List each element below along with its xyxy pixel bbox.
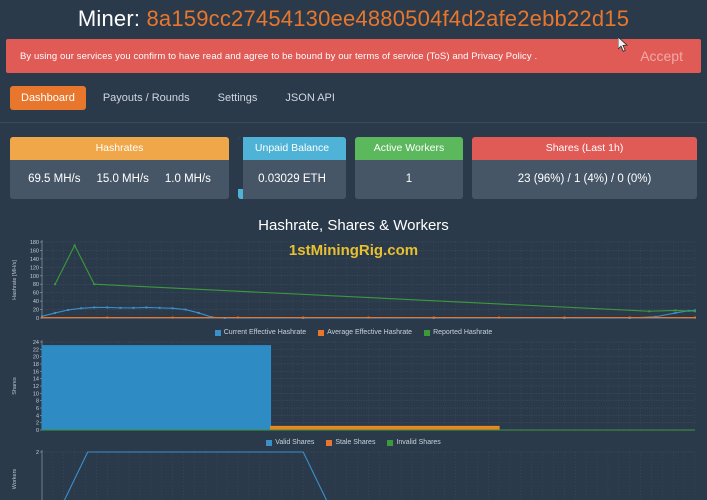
legend-item-stale-shares: Stale Shares (326, 439, 375, 446)
svg-text:160: 160 (30, 248, 39, 254)
svg-text:16: 16 (33, 369, 39, 375)
svg-text:Shares: Shares (12, 377, 18, 395)
legend-swatch-orange (326, 439, 333, 446)
legend-item-invalid-shares: Invalid Shares (387, 439, 441, 446)
svg-text:4: 4 (36, 413, 39, 419)
tab-payouts-rounds[interactable]: Payouts / Rounds (92, 86, 201, 110)
legend-item-current-effective-hashrate: Current Effective Hashrate (214, 329, 307, 336)
panel-active-workers-value: 1 (355, 160, 463, 199)
svg-text:22: 22 (33, 347, 39, 353)
hashrate-value-average: 15.0 MH/s (96, 173, 149, 185)
svg-text:14: 14 (33, 377, 39, 383)
tos-banner: By using our services you confirm to hav… (6, 39, 701, 73)
legend-swatch-green (424, 329, 431, 336)
svg-text:180: 180 (30, 240, 39, 246)
hashrate-value-current: 69.5 MH/s (28, 173, 81, 185)
panel-hashrates-body: 69.5 MH/s 15.0 MH/s 1.0 MH/s (10, 160, 229, 199)
accept-button[interactable]: Accept (630, 48, 701, 64)
svg-text:120: 120 (30, 265, 39, 271)
svg-text:20: 20 (33, 308, 39, 314)
legend-label-current-effective-hashrate: Current Effective Hashrate (223, 329, 307, 336)
svg-text:8: 8 (36, 399, 39, 405)
hashrate-chart: 1stMiningRig.com 0 20 40 60 80 100 120 140 160 18… (8, 236, 699, 326)
panel-hashrates: Hashrates 69.5 MH/s 15.0 MH/s 1.0 MH/s (10, 137, 229, 199)
svg-text:60: 60 (33, 291, 39, 297)
legend-item-reported-hashrate: Reported Hashrate (424, 329, 492, 336)
tab-json-api[interactable]: JSON API (274, 86, 346, 110)
legend-label-reported-hashrate: Reported Hashrate (433, 329, 493, 336)
charts-container: 1stMiningRig.com 0 20 40 60 80 100 120 140 160 18… (0, 236, 707, 500)
panel-hashrates-title: Hashrates (10, 137, 229, 160)
hashrate-value-reported: 1.0 MH/s (164, 173, 211, 185)
shares-chart: 0 2 4 6 8 10 12 14 16 18 20 22 24 Shares (8, 338, 699, 436)
shares-chart-legend: Valid Shares Stale Shares Invalid Shares (8, 436, 699, 448)
panel-unpaid-balance: Unpaid Balance 0.03029 ETH (238, 137, 346, 199)
svg-text:6: 6 (36, 406, 39, 412)
svg-text:10: 10 (33, 391, 39, 397)
legend-swatch-orange (318, 329, 325, 336)
legend-label-stale-shares: Stale Shares (335, 439, 376, 446)
legend-swatch-blue (266, 439, 273, 446)
svg-text:24: 24 (33, 340, 39, 346)
legend-label-invalid-shares: Invalid Shares (396, 439, 441, 446)
legend-label-average-effective-hashrate: Average Effective Hashrate (327, 329, 413, 336)
miner-address: 8a159cc27454130ee4880504f4d2afe2ebb22d15 (146, 6, 630, 31)
tos-banner-text: By using our services you confirm to hav… (20, 50, 538, 62)
nav-tabs: Dashboard Payouts / Rounds Settings JSON… (0, 73, 707, 123)
svg-text:12: 12 (33, 384, 39, 390)
panel-active-workers: Active Workers 1 (355, 137, 463, 199)
panel-active-workers-title: Active Workers (355, 137, 463, 160)
svg-text:Hashrate [MH/s]: Hashrate [MH/s] (12, 260, 18, 300)
workers-chart: 2 Workers (8, 448, 699, 500)
legend-swatch-green (387, 439, 394, 446)
svg-text:40: 40 (33, 299, 39, 305)
stats-row: Hashrates 69.5 MH/s 15.0 MH/s 1.0 MH/s U… (0, 123, 707, 199)
page-title: Miner: 8a159cc27454130ee4880504f4d2afe2e… (0, 0, 707, 39)
panel-shares-last-1h: Shares (Last 1h) 23 (96%) / 1 (4%) / 0 (… (472, 137, 697, 199)
legend-label-valid-shares: Valid Shares (275, 439, 315, 446)
svg-text:Workers: Workers (12, 469, 18, 490)
page-title-prefix: Miner: (77, 6, 141, 31)
legend-item-average-effective-hashrate: Average Effective Hashrate (318, 329, 412, 336)
legend-swatch-blue (214, 329, 221, 336)
svg-text:100: 100 (30, 274, 39, 280)
panel-shares-last-1h-value: 23 (96%) / 1 (4%) / 0 (0%) (472, 160, 697, 199)
svg-text:0: 0 (36, 316, 39, 322)
hashrate-chart-svg[interactable]: 0 20 40 60 80 100 120 140 160 180 Hashrate [MH/s] (8, 236, 699, 326)
charts-section-title: Hashrate, Shares & Workers (258, 217, 449, 234)
svg-text:0: 0 (36, 428, 39, 434)
panel-unpaid-balance-title: Unpaid Balance (238, 137, 346, 160)
svg-text:2: 2 (36, 421, 39, 427)
hashrate-chart-legend: Current Effective Hashrate Average Effec… (8, 326, 699, 338)
shares-chart-svg[interactable]: 024681012141618202224Shares (8, 338, 699, 436)
svg-text:140: 140 (30, 257, 39, 263)
svg-text:2: 2 (36, 450, 39, 456)
legend-item-valid-shares: Valid Shares (266, 439, 314, 446)
panel-shares-last-1h-title: Shares (Last 1h) (472, 137, 697, 160)
tab-dashboard[interactable]: Dashboard (10, 86, 86, 110)
tab-settings[interactable]: Settings (207, 86, 269, 110)
workers-chart-svg[interactable]: 2 Workers (8, 448, 699, 500)
svg-text:20: 20 (33, 355, 39, 361)
svg-text:18: 18 (33, 362, 39, 368)
svg-text:80: 80 (33, 282, 39, 288)
panel-unpaid-balance-value: 0.03029 ETH (238, 160, 346, 199)
